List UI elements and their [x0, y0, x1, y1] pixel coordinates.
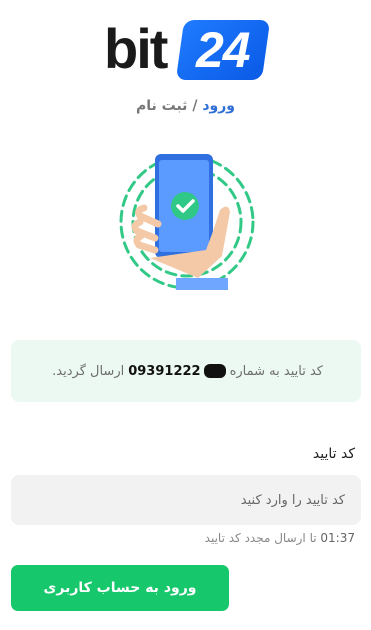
login-submit-button[interactable]: ورود به حساب کاربری	[11, 565, 229, 611]
logo-text: bit	[104, 17, 168, 80]
phone-digits: 09391222	[128, 363, 201, 379]
timer-text: تا ارسال مجدد کد تایید	[204, 531, 317, 545]
phone-verified-illustration	[110, 150, 265, 295]
verification-notice: کد تایید به شماره 09391222 ارسال گردید.	[11, 340, 361, 402]
brand-logo: bit 24	[104, 17, 271, 81]
masked-digits	[203, 364, 226, 378]
logo-badge: 24	[175, 20, 271, 80]
verification-code-input[interactable]	[11, 475, 361, 525]
resend-timer: 01:37 تا ارسال مجدد کد تایید	[205, 531, 355, 545]
auth-tabs: ورود / ثبت نام	[0, 98, 371, 114]
login-link[interactable]: ورود	[202, 98, 235, 114]
notice-suffix: ارسال گردید.	[52, 363, 125, 379]
phone-number: 09391222	[128, 363, 226, 379]
signup-link[interactable]: ثبت نام	[136, 98, 187, 114]
code-label: کد تایید	[312, 446, 355, 462]
timer-countdown: 01:37	[320, 531, 355, 545]
auth-separator: /	[192, 98, 198, 114]
notice-prefix: کد تایید به شماره	[229, 363, 323, 379]
check-icon	[171, 192, 199, 220]
logo-number: 24	[196, 22, 250, 78]
